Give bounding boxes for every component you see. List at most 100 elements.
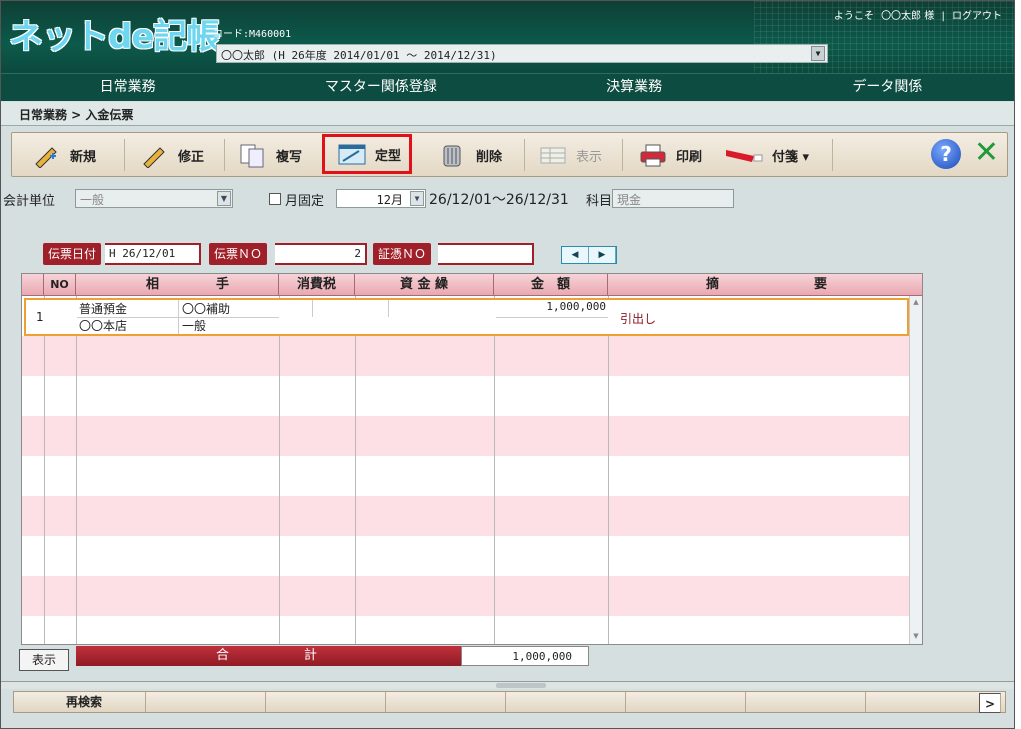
logout-link[interactable]: ログアウト (952, 11, 1002, 22)
show-button[interactable]: 表示 (19, 649, 69, 671)
row-department[interactable]: 〇〇本店 (79, 317, 127, 334)
column-divider (279, 296, 280, 644)
new-button[interactable]: 新規 (32, 139, 96, 171)
total-amount: 1,000,000 (461, 646, 589, 666)
new-label: 新規 (70, 149, 97, 165)
header-memo: 摘 要 (608, 274, 922, 296)
voucher-date-value: H 26/12/01 (109, 247, 176, 260)
header-amount: 金 額 (494, 274, 608, 296)
delete-label: 削除 (476, 149, 503, 165)
fkey-slot[interactable] (386, 692, 506, 712)
month-fixed-label: 月固定 (285, 194, 325, 209)
total-label-2: 計 (304, 648, 318, 663)
sticky-note-label: 付箋 ▾ (772, 149, 810, 165)
voucher-no-field[interactable]: 2 (275, 243, 367, 265)
toolbar-divider (524, 139, 525, 171)
welcome-separator: | (941, 11, 945, 22)
table-scrollbar[interactable]: ▲ ▼ (909, 296, 922, 644)
toolbar-divider (124, 139, 125, 171)
print-label: 印刷 (676, 149, 703, 165)
app-logo: ネットde記帳 (9, 17, 220, 57)
row-amount[interactable]: 1,000,000 (496, 300, 606, 313)
chevron-down-icon[interactable]: ▼ (410, 191, 424, 206)
next-page-button[interactable]: > (979, 693, 1001, 713)
chevron-down-icon[interactable]: ▼ (811, 46, 825, 61)
close-icon[interactable]: ✕ (974, 137, 999, 169)
table-row-band (22, 376, 910, 416)
display-button[interactable]: 表示 (538, 139, 602, 171)
account-value: 現金 (617, 193, 642, 207)
trash-icon (438, 142, 468, 168)
table-row[interactable]: 1 普通預金 〇〇補助 〇〇本店 一般 1,000,000 引出し (24, 298, 909, 336)
fkey-slot[interactable] (506, 692, 626, 712)
row-inner-divider (312, 300, 313, 317)
company-period-select[interactable]: 〇〇太郎 (H 26年度 2014/01/01 ～ 2014/12/31) ▼ (216, 44, 828, 63)
month-fixed-checkbox[interactable] (269, 193, 281, 205)
user-code: コード:M460001 (213, 29, 292, 40)
edit-label: 修正 (178, 149, 205, 165)
row-sub-account[interactable]: 〇〇補助 (182, 300, 230, 317)
header-memo-right: 要 (814, 277, 828, 292)
row-inner-divider (178, 300, 179, 334)
sticky-note-button[interactable]: 付箋 ▾ (724, 139, 809, 171)
header-cashflow: 資 金 繰 (355, 274, 494, 296)
print-button[interactable]: 印刷 (638, 139, 702, 171)
copy-label: 複写 (276, 149, 303, 165)
month-value: 12月 (376, 193, 403, 207)
table-row-band (22, 336, 910, 376)
delete-button[interactable]: 削除 (438, 139, 502, 171)
header-partner-left: 相 (146, 277, 160, 292)
table-icon (538, 142, 568, 168)
table-row-band (22, 496, 910, 536)
research-button[interactable]: 再検索 (14, 692, 146, 712)
row-section[interactable]: 一般 (182, 317, 206, 334)
menu-data[interactable]: データ関係 (761, 74, 1014, 101)
month-select[interactable]: 12月 ▼ (336, 189, 426, 208)
header-blank (22, 274, 44, 296)
menu-daily[interactable]: 日常業務 (1, 74, 254, 101)
column-divider (44, 296, 45, 644)
accounting-unit-select[interactable]: 一般 ▼ (75, 189, 233, 208)
prev-voucher-button[interactable]: ◀ (562, 247, 589, 263)
scroll-up-icon[interactable]: ▲ (911, 298, 921, 308)
voucher-nav: ◀ ▶ (561, 246, 617, 264)
row-account[interactable]: 普通預金 (79, 300, 127, 317)
column-divider (494, 296, 495, 644)
total-label-1: 合 (216, 648, 230, 663)
fkey-slot[interactable] (626, 692, 746, 712)
user-name: 〇〇太郎 様 (881, 11, 935, 22)
pencil-plus-icon (32, 142, 62, 169)
fkey-slot[interactable] (146, 692, 266, 712)
voucher-no-label: 伝票ＮＯ (209, 243, 268, 265)
edit-button[interactable]: 修正 (140, 139, 204, 171)
printer-icon (638, 142, 668, 168)
toolbar: 新規 修正 複写 定型 削除 表示 印刷 付箋 ▾ ? ✕ (11, 132, 1008, 177)
toolbar-divider (832, 139, 833, 171)
fkey-slot[interactable] (266, 692, 386, 712)
menu-master[interactable]: マスター関係登録 (254, 74, 507, 101)
table-row-band (22, 536, 910, 576)
column-divider (608, 296, 609, 644)
account-label: 科目 (586, 194, 613, 209)
splitter-handle[interactable] (496, 683, 546, 688)
proof-no-field[interactable] (438, 243, 534, 265)
app-window: ネットde記帳 コード:M460001 〇〇太郎 (H 26年度 2014/01… (0, 0, 1015, 729)
account-field: 現金 (612, 189, 734, 208)
template-button[interactable]: 定型 (322, 134, 413, 174)
copy-button[interactable]: 複写 (238, 139, 302, 171)
voucher-date-field[interactable]: H 26/12/01 (105, 243, 201, 265)
next-voucher-button[interactable]: ▶ (589, 247, 616, 263)
menu-closing[interactable]: 決算業務 (508, 74, 761, 101)
chevron-down-icon[interactable]: ▼ (217, 191, 231, 206)
display-label: 表示 (576, 149, 603, 165)
row-memo[interactable]: 引出し (620, 310, 656, 327)
pane-splitter[interactable] (1, 681, 1014, 689)
fkey-slot[interactable] (746, 692, 866, 712)
date-range-text: 26/12/01～26/12/31 (429, 192, 569, 208)
breadcrumb: 日常業務 > 入金伝票 (1, 102, 1014, 126)
table-header: NO 相 手 消費税 資 金 繰 金 額 摘 要 (22, 274, 922, 296)
scroll-down-icon[interactable]: ▼ (911, 632, 921, 642)
pencil-icon (140, 142, 170, 169)
help-icon[interactable]: ? (931, 139, 961, 169)
copy-icon (238, 142, 268, 168)
